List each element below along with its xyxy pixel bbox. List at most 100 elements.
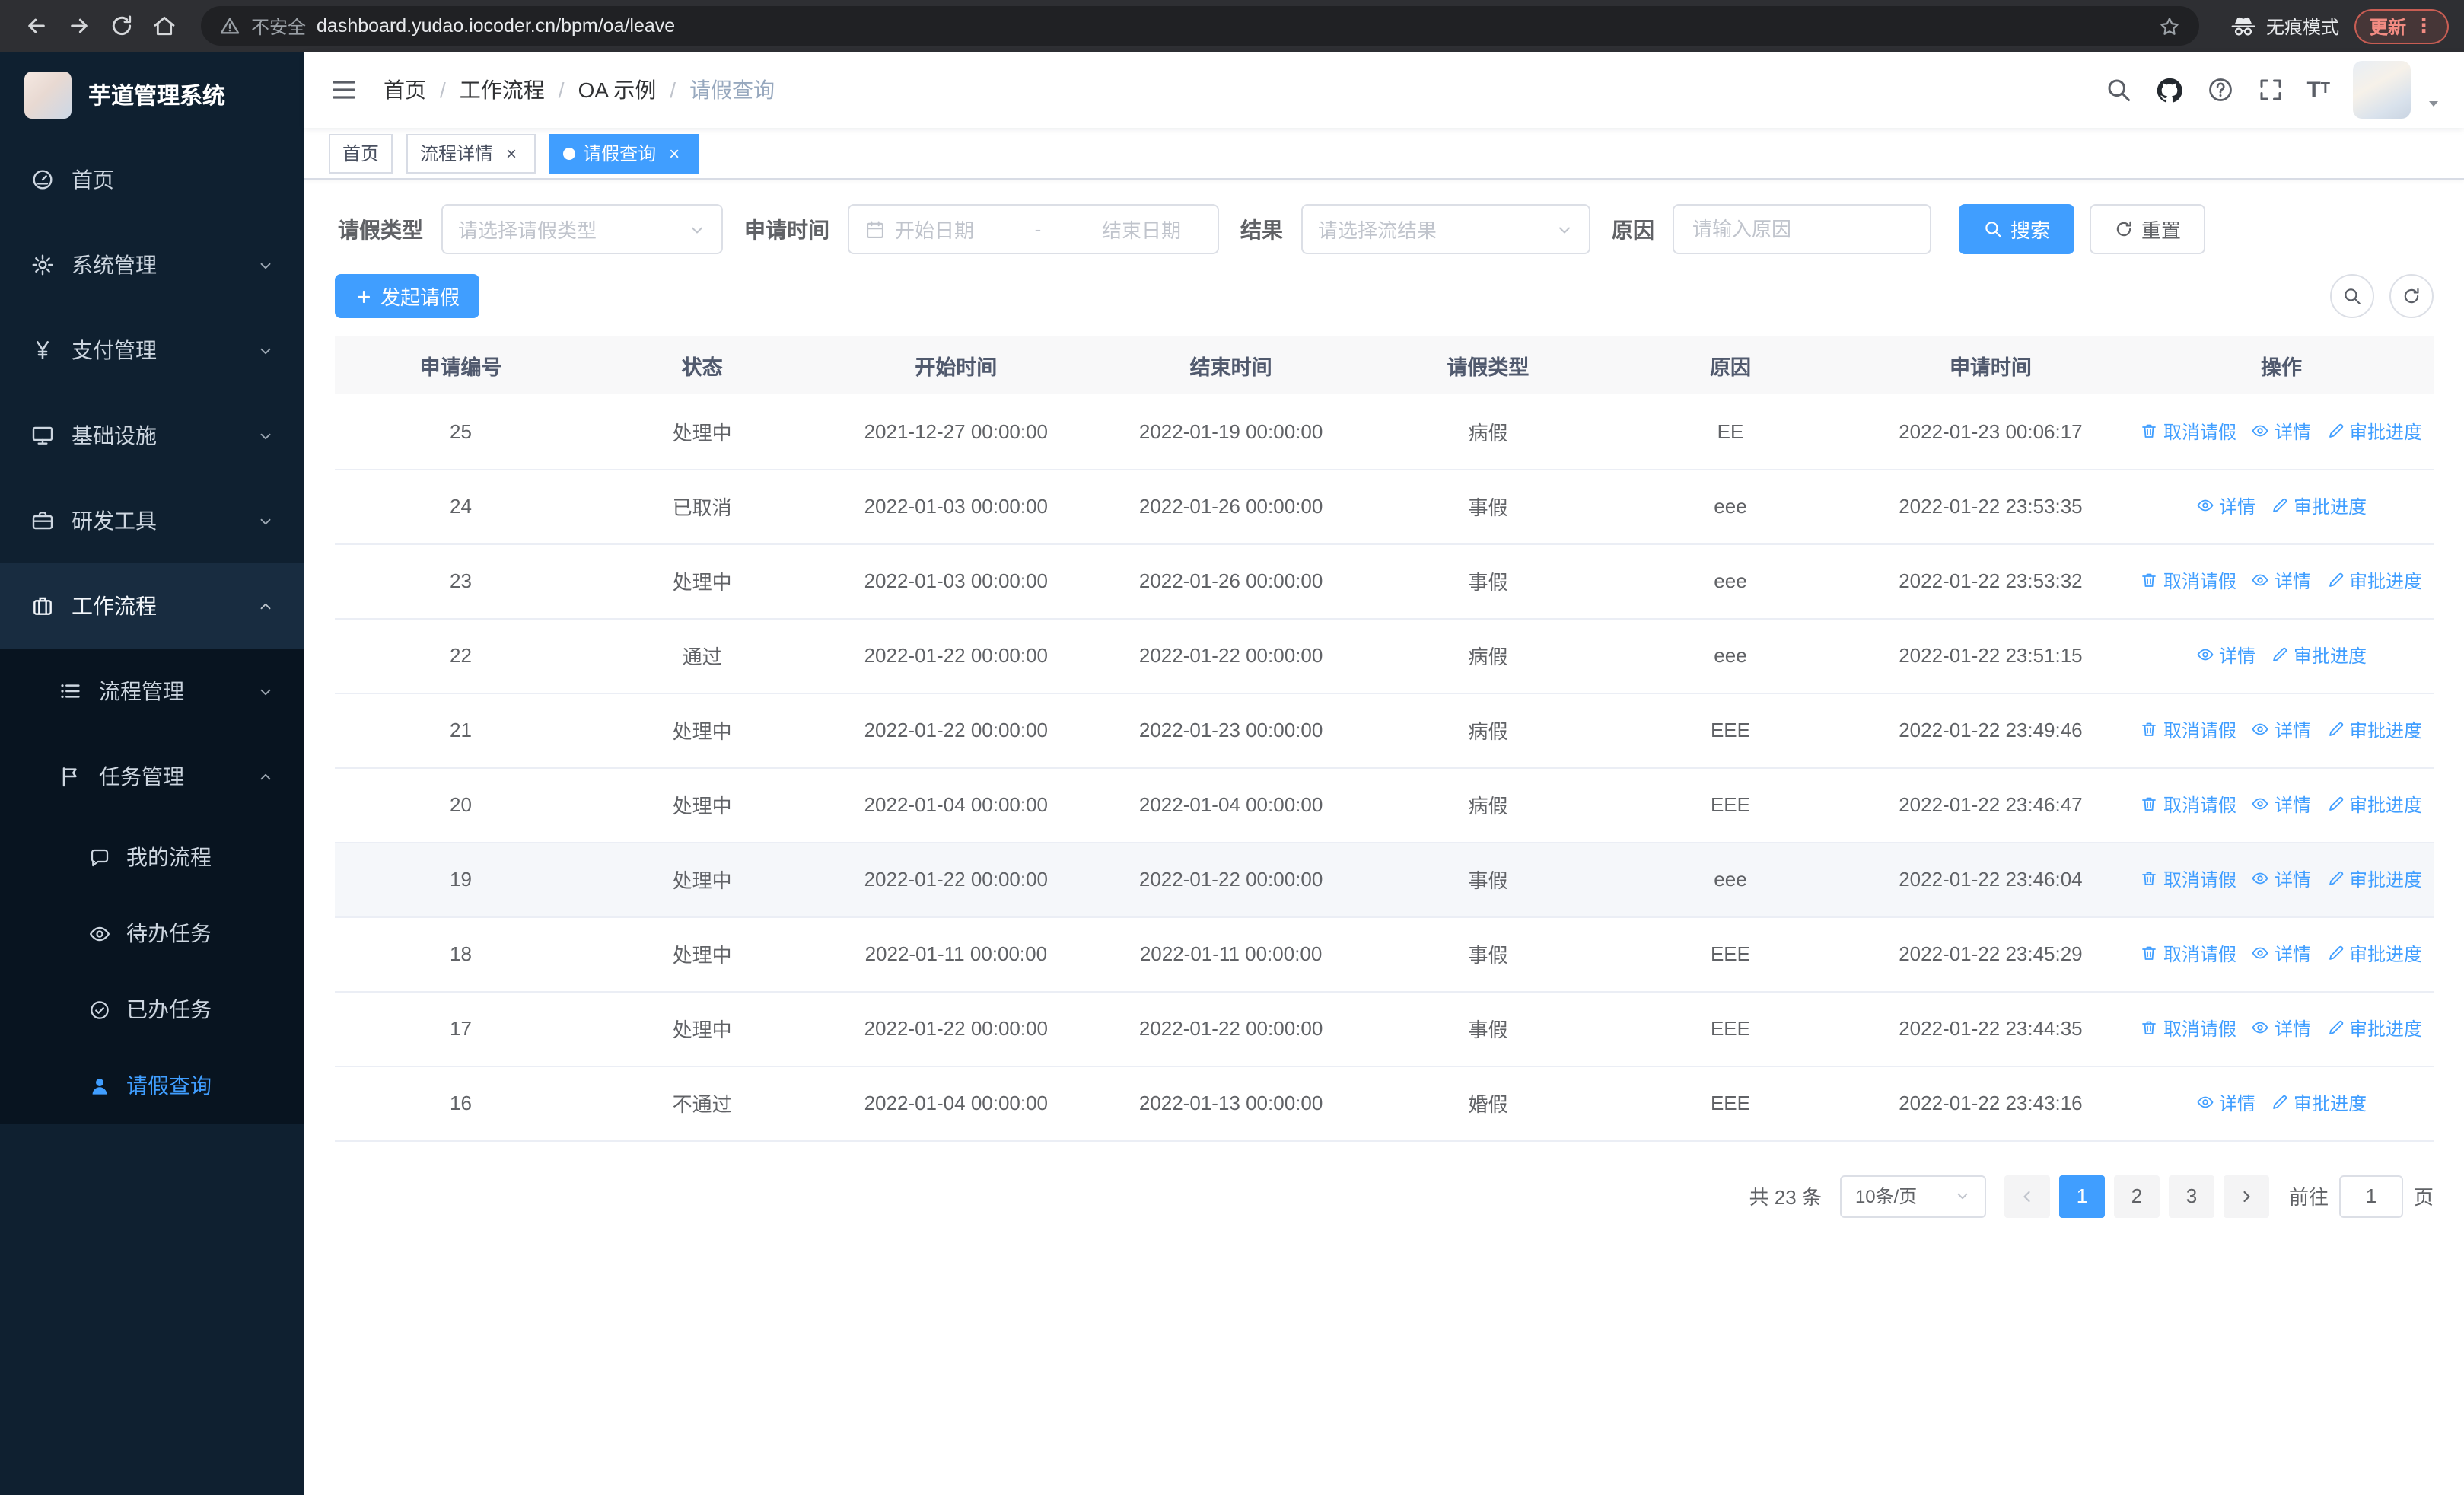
header-search-button[interactable] xyxy=(2104,76,2131,104)
tab-leave-query[interactable]: 请假查询 × xyxy=(549,133,699,173)
sidebar-item-done-tasks[interactable]: 已办任务 xyxy=(0,971,304,1047)
create-leave-label: 发起请假 xyxy=(380,286,460,309)
page-button-1[interactable]: 1 xyxy=(2058,1175,2105,1217)
screen: 不安全 dashboard.yudao.iocoder.cn/bpm/oa/le… xyxy=(0,0,2464,1495)
sidebar-item-infrastructure[interactable]: 基础设施 xyxy=(0,393,304,478)
approval-progress-link[interactable]: 审批进度 xyxy=(2326,418,2422,444)
breadcrumb-item[interactable]: 首页 xyxy=(384,75,426,105)
approval-progress-link[interactable]: 审批进度 xyxy=(2326,866,2422,892)
font-size-button[interactable]: TT xyxy=(2306,78,2330,101)
sidebar-item-system[interactable]: 系统管理 xyxy=(0,222,304,308)
approval-progress-link[interactable]: 审批进度 xyxy=(2326,568,2422,594)
close-tab-icon[interactable]: × xyxy=(664,142,685,164)
detail-link[interactable]: 详情 xyxy=(2252,418,2311,444)
approval-progress-link[interactable]: 审批进度 xyxy=(2271,493,2367,519)
sidebar-item-task-mgmt[interactable]: 任务管理 xyxy=(0,734,304,819)
search-icon xyxy=(1983,219,2003,239)
chevron-down-icon xyxy=(1555,220,1574,238)
cancel-leave-link[interactable]: 取消请假 xyxy=(2141,568,2236,594)
cell-id: 19 xyxy=(335,842,587,917)
detail-link[interactable]: 详情 xyxy=(2252,792,2311,818)
github-button[interactable] xyxy=(2154,75,2183,104)
right-toolbar xyxy=(2330,274,2434,318)
cell-leave-type: 事假 xyxy=(1367,991,1609,1066)
app-logo[interactable]: 芋道管理系统 xyxy=(0,52,304,137)
action-label: 审批进度 xyxy=(2349,794,2423,816)
breadcrumb-item[interactable]: 工作流程 xyxy=(460,75,545,105)
navbar-actions: TT xyxy=(2104,61,2443,119)
sidebar-item-process-mgmt[interactable]: 流程管理 xyxy=(0,649,304,734)
close-tab-icon[interactable]: × xyxy=(501,142,522,164)
tab-process-detail[interactable]: 流程详情 × xyxy=(406,133,536,173)
refresh-table-button[interactable] xyxy=(2389,274,2434,318)
address-bar[interactable]: 不安全 dashboard.yudao.iocoder.cn/bpm/oa/le… xyxy=(201,6,2199,46)
result-select[interactable]: 请选择流结果 xyxy=(1301,204,1590,254)
detail-link[interactable]: 详情 xyxy=(2252,568,2311,594)
approval-progress-link[interactable]: 审批进度 xyxy=(2271,1090,2367,1116)
approval-progress-link[interactable]: 审批进度 xyxy=(2271,642,2367,668)
browser-menu-icon[interactable]: ⋮ xyxy=(2414,14,2434,38)
cancel-leave-link[interactable]: 取消请假 xyxy=(2141,941,2236,967)
tab-home[interactable]: 首页 xyxy=(329,133,393,173)
page-size-select[interactable]: 10条/页 xyxy=(1839,1175,1986,1217)
next-page-button[interactable] xyxy=(2223,1175,2269,1217)
apply-time-range-picker[interactable]: 开始日期 - 结束日期 xyxy=(848,204,1219,254)
sidebar-item-devtools[interactable]: 研发工具 xyxy=(0,478,304,563)
approval-progress-link[interactable]: 审批进度 xyxy=(2326,717,2422,743)
sidebar-item-workflow[interactable]: 工作流程 xyxy=(0,563,304,649)
sidebar-item-home[interactable]: 首页 xyxy=(0,137,304,222)
cancel-leave-link[interactable]: 取消请假 xyxy=(2141,792,2236,818)
action-label: 审批进度 xyxy=(2293,645,2367,667)
pagination: 共 23 条 10条/页 123 前往 页 xyxy=(335,1175,2434,1217)
detail-link[interactable]: 详情 xyxy=(2196,1090,2255,1116)
create-leave-button[interactable]: 发起请假 xyxy=(335,274,480,318)
reason-input[interactable] xyxy=(1673,204,1931,254)
browser-forward-button[interactable] xyxy=(58,5,100,47)
leave-type-select[interactable]: 请选择请假类型 xyxy=(441,204,723,254)
avatar-caret-icon[interactable] xyxy=(2424,94,2443,113)
browser-update-button[interactable]: 更新 ⋮ xyxy=(2354,8,2449,43)
cancel-leave-link[interactable]: 取消请假 xyxy=(2141,866,2236,892)
browser-reload-button[interactable] xyxy=(100,5,143,47)
sidebar-item-label: 基础设施 xyxy=(72,423,157,448)
chevron-down-icon xyxy=(257,683,274,700)
browser-home-button[interactable] xyxy=(143,5,186,47)
breadcrumb-item[interactable]: OA 示例 xyxy=(578,75,657,105)
detail-link[interactable]: 详情 xyxy=(2252,1015,2311,1041)
user-avatar[interactable] xyxy=(2353,61,2411,119)
browser-back-button[interactable] xyxy=(15,5,58,47)
bookmark-star-icon[interactable] xyxy=(2158,14,2181,37)
goto-page-input[interactable] xyxy=(2338,1175,2403,1217)
eye-icon xyxy=(2196,1094,2214,1112)
prev-page-button[interactable] xyxy=(2004,1175,2050,1217)
cell-start-time: 2022-01-03 00:00:00 xyxy=(817,543,1095,619)
detail-link[interactable]: 详情 xyxy=(2196,493,2255,519)
sidebar-item-todo-tasks[interactable]: 待办任务 xyxy=(0,895,304,971)
page-button-2[interactable]: 2 xyxy=(2113,1175,2160,1217)
detail-link[interactable]: 详情 xyxy=(2252,866,2311,892)
detail-link[interactable]: 详情 xyxy=(2252,717,2311,743)
toggle-search-button[interactable] xyxy=(2330,274,2374,318)
search-button[interactable]: 搜索 xyxy=(1959,204,2075,254)
cancel-leave-link[interactable]: 取消请假 xyxy=(2141,717,2236,743)
sidebar-item-my-process[interactable]: 我的流程 xyxy=(0,819,304,895)
cancel-leave-link[interactable]: 取消请假 xyxy=(2141,418,2236,444)
page-button-3[interactable]: 3 xyxy=(2168,1175,2214,1217)
fullscreen-icon xyxy=(2256,76,2284,104)
approval-progress-link[interactable]: 审批进度 xyxy=(2326,1015,2422,1041)
detail-link[interactable]: 详情 xyxy=(2196,642,2255,668)
fullscreen-button[interactable] xyxy=(2256,76,2284,104)
approval-progress-link[interactable]: 审批进度 xyxy=(2326,792,2422,818)
cell-status: 不通过 xyxy=(586,1066,818,1141)
help-button[interactable] xyxy=(2206,76,2233,104)
reset-button[interactable]: 重置 xyxy=(2090,204,2206,254)
cell-id: 22 xyxy=(335,618,587,693)
sidebar-collapse-button[interactable] xyxy=(329,75,359,105)
sidebar: 芋道管理系统 首页 系统管理 支付管理基础设施研发工具 工作流程 流程管理 任务管理 我的流… xyxy=(0,52,304,1495)
sidebar-item-payment[interactable]: 支付管理 xyxy=(0,308,304,393)
sidebar-item-leave-query[interactable]: 请假查询 xyxy=(0,1047,304,1124)
cancel-leave-link[interactable]: 取消请假 xyxy=(2141,1015,2236,1041)
approval-progress-link[interactable]: 审批进度 xyxy=(2326,941,2422,967)
detail-link[interactable]: 详情 xyxy=(2252,941,2311,967)
monitor-icon xyxy=(30,423,55,448)
